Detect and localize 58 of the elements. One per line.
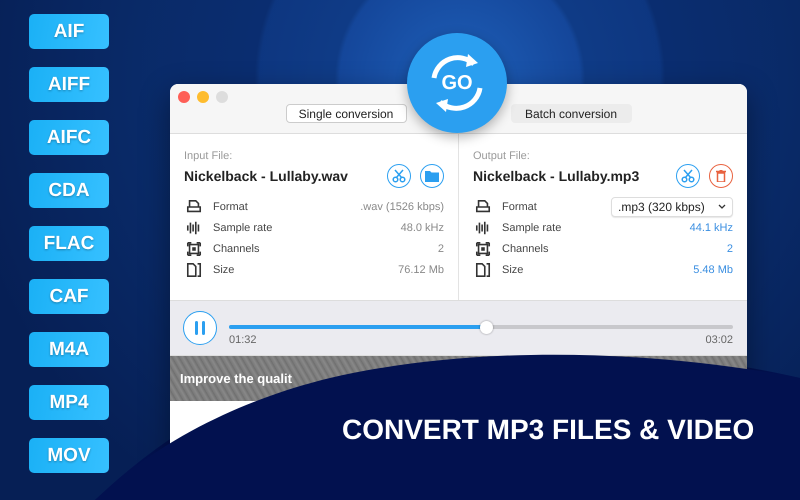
elapsed-time: 01:32: [229, 334, 257, 346]
property-value: 2: [438, 242, 444, 254]
cut-button[interactable]: [676, 164, 700, 188]
property-value: 2: [726, 242, 733, 254]
pause-button[interactable]: [183, 311, 217, 345]
minimize-button[interactable]: [197, 91, 209, 103]
format-badge: CAF: [29, 279, 109, 314]
file-name: Nickelback - Lullaby.mp3: [473, 168, 640, 184]
property-value: 48.0 kHz: [400, 222, 444, 234]
format-badge: MOV: [29, 438, 109, 473]
channels-icon: [475, 240, 491, 256]
property-label: Channels: [213, 242, 260, 254]
format-badge: FLAC: [29, 226, 109, 261]
property-label: Size: [502, 264, 524, 276]
trash-icon: [716, 170, 726, 182]
mode-tab[interactable]: Single conversion: [286, 104, 406, 123]
format-badge: AIF: [29, 14, 109, 49]
chevron-icon: [718, 204, 726, 209]
property-value: 44.1 kHz: [690, 222, 733, 234]
folder-button[interactable]: [420, 164, 444, 188]
property-value: .wav (1526 kbps): [360, 200, 444, 212]
format-icon: [475, 198, 491, 214]
property-label: Size: [213, 264, 236, 276]
file-name: Nickelback - Lullaby.wav: [184, 168, 348, 184]
format-badge: AIFC: [29, 120, 109, 155]
folder-icon: [425, 170, 439, 182]
banner-text: Improve the qualit: [180, 371, 292, 386]
total-time: 03:02: [705, 334, 733, 346]
progress-slider[interactable]: [229, 320, 733, 334]
property-label: Format: [213, 200, 249, 212]
sample-rate-icon: [186, 220, 202, 236]
pause-icon: [194, 321, 206, 335]
property-label: Format: [502, 200, 538, 212]
property-value: 76.12 Mb: [398, 264, 444, 276]
headline: CONVERT MP3 FILES & VIDEO: [342, 414, 754, 446]
scissors-icon: [392, 169, 406, 183]
sample-rate-icon: [475, 220, 491, 236]
mode-tab[interactable]: Batch conversion: [510, 104, 632, 123]
property-label: Sample rate: [502, 222, 562, 234]
panel-heading: Input File:: [184, 150, 234, 162]
channels-icon: [186, 240, 202, 256]
format-badge: MP4: [29, 385, 109, 420]
format-icon: [186, 198, 202, 214]
property-label: Channels: [502, 242, 550, 254]
format-badge: CDA: [29, 173, 109, 208]
format-badge: AIFF: [29, 67, 109, 102]
panel-heading: Output File:: [473, 150, 531, 162]
format-badge: M4A: [29, 332, 109, 367]
property-label: Sample rate: [213, 222, 274, 234]
cut-button[interactable]: [387, 164, 411, 188]
close-button[interactable]: [178, 91, 190, 103]
slider-thumb[interactable]: [480, 320, 494, 334]
property-value: 5.48 Mb: [693, 264, 733, 276]
scissors-icon: [681, 169, 695, 183]
format-dropdown[interactable]: .mp3 (320 kbps): [611, 196, 733, 216]
delete-button[interactable]: [709, 164, 733, 188]
size-icon: [186, 262, 202, 278]
size-icon: [475, 262, 491, 278]
